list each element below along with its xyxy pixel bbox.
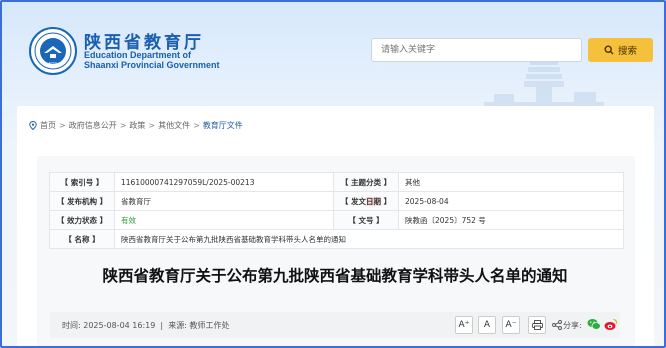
print-button[interactable] — [528, 316, 546, 334]
breadcrumb-other-files[interactable]: 其他文件 — [158, 120, 190, 131]
table-row: 【 效力状态 】 有效 【 文号 】 陕教函〔2025〕752 号 — [49, 210, 624, 230]
location-pin-icon — [29, 121, 37, 130]
docno-label: 【 文号 】 — [333, 210, 399, 230]
svg-text:EDS: EDS — [49, 61, 58, 66]
breadcrumb-gov-info[interactable]: 政府信息公开 — [69, 120, 117, 131]
table-row: 【 索引号 】 11610000741297059L/2025-00213 【 … — [49, 172, 624, 192]
document-meta-table: 【 索引号 】 11610000741297059L/2025-00213 【 … — [49, 172, 624, 249]
font-size-large-button[interactable]: A⁺ — [455, 316, 473, 334]
site-header: EDS 陕西省教育厅 Education Department of Shaan… — [2, 2, 664, 102]
index-label: 【 索引号 】 — [49, 172, 115, 192]
date-label: 【 发文日期 】 — [333, 191, 399, 211]
source-label: 来源: — [168, 321, 187, 330]
wechat-icon[interactable] — [587, 318, 601, 331]
weibo-icon[interactable] — [604, 318, 618, 331]
info-divider: | — [157, 321, 169, 330]
site-title-en: Education Department of Shaanxi Provinci… — [84, 50, 220, 70]
breadcrumb-policy[interactable]: 政策 — [129, 120, 145, 131]
print-icon — [531, 320, 543, 330]
breadcrumb-separator: > — [193, 121, 200, 130]
emblem-logo-icon[interactable]: EDS — [29, 27, 77, 75]
breadcrumb-current[interactable]: 教育厅文件 — [203, 120, 243, 131]
site-title-en-line2: Shaanxi Provincial Government — [84, 60, 220, 70]
article-title: 陕西省教育厅关于公布第九批陕西省基础教育学科带头人名单的通知 — [102, 267, 568, 285]
table-row: 【 名称 】 陕西省教育厅关于公布第九批陕西省基础教育学科带头人名单的通知 — [49, 229, 624, 249]
breadcrumb-separator: > — [148, 121, 156, 130]
publisher-label: 【 发布机构 】 — [49, 191, 115, 211]
breadcrumb-separator: > — [59, 121, 66, 130]
share-icon — [552, 320, 562, 330]
search-icon — [604, 45, 614, 55]
date-value: 2025-08-04 — [398, 191, 624, 211]
breadcrumb-separator: > — [119, 121, 127, 130]
article-meta-text: 时间: 2025-08-04 16:19 | 来源: 教师工作处 — [62, 320, 229, 331]
index-value: 11610000741297059L/2025-00213 — [114, 172, 334, 192]
name-value: 陕西省教育厅关于公布第九批陕西省基础教育学科带头人名单的通知 — [114, 229, 624, 249]
time-label: 时间: — [62, 321, 81, 330]
share-label: 分享: — [563, 321, 582, 330]
site-title-en-line1: Education Department of — [84, 50, 192, 60]
date-label-pre: 【 发文 — [340, 196, 366, 206]
docno-value: 陕教函〔2025〕752 号 — [398, 210, 624, 230]
source-value: 教师工作处 — [189, 321, 230, 330]
breadcrumb: 首页 > 政府信息公开 > 政策 > 其他文件 > 教育厅文件 — [29, 120, 243, 131]
status-label: 【 效力状态 】 — [49, 210, 115, 230]
name-label: 【 名称 】 — [49, 229, 115, 249]
browser-frame: EDS 陕西省教育厅 Education Department of Shaan… — [0, 0, 666, 348]
time-value: 2025-08-04 16:19 — [83, 321, 156, 330]
date-label-post: 】 — [381, 196, 392, 206]
table-row: 【 发布机构 】 省教育厅 【 发文日期 】 2025-08-04 — [49, 191, 624, 211]
breadcrumb-home[interactable]: 首页 — [40, 120, 56, 131]
search-button-label: 搜索 — [617, 46, 637, 57]
category-label: 【 主题分类 】 — [333, 172, 399, 192]
font-size-small-button[interactable]: A⁻ — [502, 316, 520, 334]
font-size-medium-button[interactable]: A — [478, 316, 496, 334]
category-value: 其他 — [398, 172, 624, 192]
date-label-highlight: 日期 — [366, 196, 381, 206]
article-info-bar: 时间: 2025-08-04 16:19 | 来源: 教师工作处 A⁺ A A⁻… — [50, 312, 620, 338]
search-input[interactable] — [371, 38, 582, 62]
status-value: 有效 — [114, 210, 334, 230]
search-button[interactable]: 搜索 — [588, 38, 653, 62]
publisher-value: 省教育厅 — [114, 191, 334, 211]
